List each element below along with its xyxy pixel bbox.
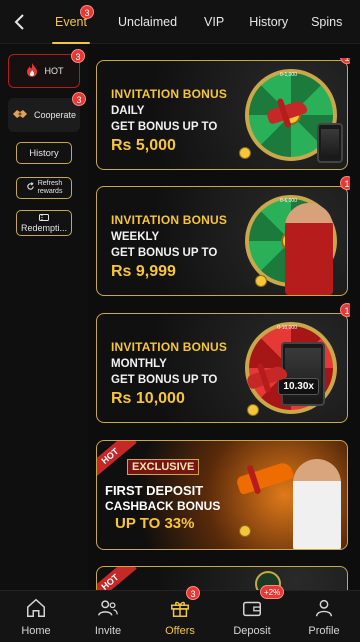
tab-unclaimed[interactable]: Unclaimed bbox=[98, 0, 188, 44]
banner-weekly-invitation[interactable]: INVITATION BONUS WEEKLY GET BONUS UP TO … bbox=[96, 186, 348, 296]
fire-icon bbox=[25, 62, 39, 80]
banner-monthly-badge: 1 bbox=[340, 303, 350, 317]
wheel-range-label: 0-1,000 bbox=[280, 72, 297, 78]
banner-period: WEEKLY bbox=[111, 231, 160, 243]
tab-spins-label: Spins bbox=[311, 15, 343, 29]
tab-spins[interactable]: Spins bbox=[299, 0, 353, 44]
banner-daily-invitation[interactable]: INVITATION BONUS DAILY GET BONUS UP TO R… bbox=[96, 60, 348, 170]
tab-vip[interactable]: VIP bbox=[188, 0, 235, 44]
tab-unclaimed-label: Unclaimed bbox=[117, 15, 178, 29]
tab-vip-label: VIP bbox=[204, 15, 225, 29]
tab-history[interactable]: History bbox=[235, 0, 299, 44]
nav-profile-label: Profile bbox=[308, 625, 340, 637]
nav-home[interactable]: Home bbox=[0, 591, 72, 642]
phone-icon bbox=[281, 342, 325, 406]
wheel-range-label: 0-6,000 bbox=[280, 198, 297, 204]
banner-period: MONTHLY bbox=[111, 358, 167, 370]
multiplier-label: 10.30x bbox=[278, 378, 319, 395]
plane-icon bbox=[235, 460, 295, 496]
bottom-nav: Home Invite Offers 3 Deposit +2% Profile bbox=[0, 585, 360, 642]
redemption-label: Redempti... bbox=[20, 223, 68, 233]
hostess-figure bbox=[285, 203, 333, 295]
banner-subtitle: GET BONUS UP TO bbox=[111, 374, 218, 386]
tab-event[interactable]: Event 3 bbox=[44, 0, 98, 44]
cashback-amount: UP TO 33% bbox=[115, 515, 195, 532]
refresh-rewards-button[interactable]: Refresh rewards bbox=[16, 177, 72, 199]
cashback-line2: CASHBACK BONUS bbox=[105, 499, 221, 513]
banner-title: INVITATION BONUS bbox=[111, 87, 228, 101]
refresh-label-line1: Refresh bbox=[37, 180, 63, 187]
top-bar: Event 3 Unclaimed VIP History Spins bbox=[0, 0, 360, 44]
handshake-icon bbox=[12, 108, 28, 122]
sidebar-item-hot[interactable]: HOT 3 bbox=[8, 49, 85, 88]
home-icon bbox=[25, 597, 47, 622]
ticket-icon bbox=[39, 213, 49, 223]
wheel-range-label: 0-10,000 bbox=[277, 325, 297, 331]
sidebar-hot-badge: 3 bbox=[71, 49, 85, 63]
refresh-icon bbox=[26, 182, 35, 194]
nav-profile[interactable]: Profile bbox=[288, 591, 360, 642]
offers-list: INVITATION BONUS DAILY GET BONUS UP TO R… bbox=[96, 58, 350, 590]
phone-icon bbox=[317, 123, 343, 163]
exclusive-label: EXCLUSIVE bbox=[127, 459, 200, 475]
nav-deposit-label: Deposit bbox=[233, 625, 271, 637]
sidebar-item-hot-label: HOT bbox=[44, 66, 64, 76]
wallet-icon bbox=[241, 597, 263, 622]
banner-first-deposit-cashback[interactable]: HOT EXCLUSIVE FIRST DEPOSIT CASHBACK BON… bbox=[96, 440, 348, 550]
tab-history-label: History bbox=[249, 15, 289, 29]
pilot-figure bbox=[293, 459, 341, 549]
gift-icon bbox=[169, 597, 191, 622]
tab-event-badge: 3 bbox=[80, 5, 94, 19]
banner-subtitle: GET BONUS UP TO bbox=[111, 247, 218, 259]
nav-offers-label: Offers bbox=[165, 625, 195, 637]
banner-amount: Rs 9,999 bbox=[111, 263, 176, 280]
banner-amount: Rs 10,000 bbox=[111, 390, 185, 407]
nav-deposit[interactable]: Deposit +2% bbox=[216, 585, 288, 642]
coin-icon bbox=[255, 275, 267, 287]
sidebar-item-cooperate-label: Cooperate bbox=[33, 110, 77, 120]
banner-subtitle: GET BONUS UP TO bbox=[111, 121, 218, 133]
banner-title: INVITATION BONUS bbox=[111, 340, 228, 354]
nav-offers[interactable]: Offers 3 bbox=[144, 586, 216, 642]
user-icon bbox=[313, 597, 335, 622]
banner-amount: Rs 5,000 bbox=[111, 137, 176, 154]
sidebar: HOT 3 Cooperate 3 History Refresh reward… bbox=[0, 44, 88, 590]
coin-icon bbox=[247, 404, 259, 416]
history-button[interactable]: History bbox=[16, 142, 72, 164]
banner-period: DAILY bbox=[111, 105, 145, 117]
users-icon bbox=[97, 597, 119, 622]
nav-invite-label: Invite bbox=[94, 625, 122, 637]
nav-home-label: Home bbox=[21, 625, 51, 637]
refresh-rewards-text: Refresh rewards bbox=[38, 180, 63, 196]
tab-strip: Event 3 Unclaimed VIP History Spins bbox=[44, 0, 353, 44]
banner-weekly-badge: 1 bbox=[340, 176, 350, 190]
redemption-button[interactable]: Redempti... bbox=[16, 210, 72, 236]
banner-partial[interactable]: HOT bbox=[96, 566, 348, 590]
hot-ribbon: HOT bbox=[97, 567, 137, 590]
sidebar-cooperate-badge: 3 bbox=[72, 92, 86, 106]
back-arrow-icon[interactable] bbox=[8, 10, 30, 34]
cashback-line1: FIRST DEPOSIT bbox=[105, 483, 204, 498]
coin-icon bbox=[239, 147, 251, 159]
history-button-label: History bbox=[29, 147, 59, 159]
coin-icon bbox=[239, 525, 251, 537]
nav-offers-badge: 3 bbox=[186, 586, 200, 600]
banner-title: INVITATION BONUS bbox=[111, 213, 228, 227]
refresh-label-line2: rewards bbox=[37, 188, 63, 195]
nav-deposit-badge: +2% bbox=[260, 585, 285, 599]
banner-monthly-invitation[interactable]: INVITATION BONUS MONTHLY GET BONUS UP TO… bbox=[96, 313, 348, 423]
sidebar-item-cooperate[interactable]: Cooperate 3 bbox=[8, 92, 86, 132]
nav-invite[interactable]: Invite bbox=[72, 591, 144, 642]
